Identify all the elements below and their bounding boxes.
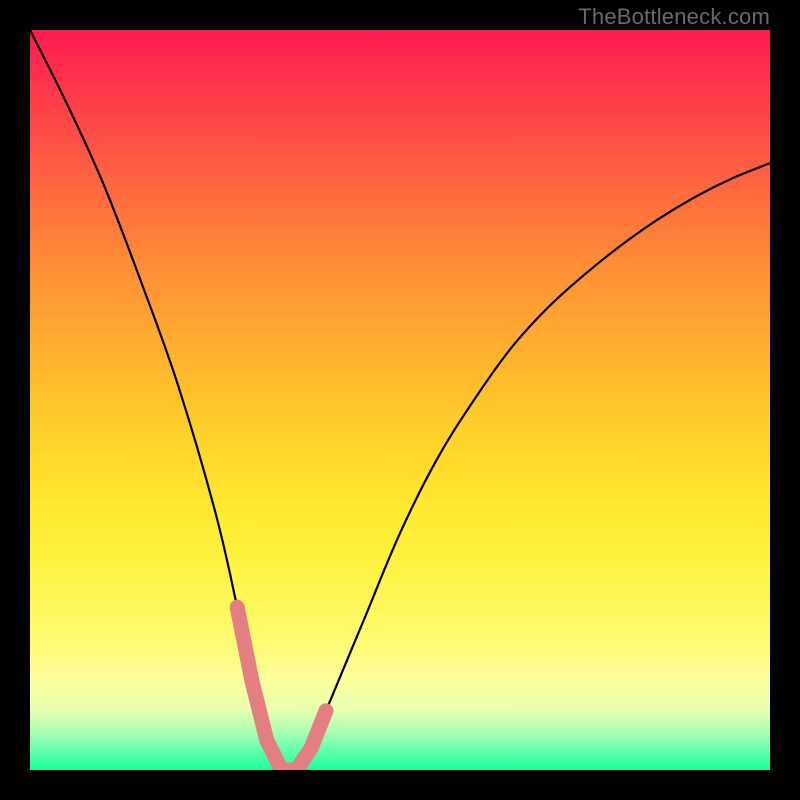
watermark-text: TheBottleneck.com	[578, 4, 770, 30]
chart-frame: TheBottleneck.com	[0, 0, 800, 800]
highlight-segment-path	[237, 607, 326, 770]
plot-area	[30, 30, 770, 770]
bottleneck-curve-path	[30, 30, 770, 770]
curve-layer	[30, 30, 770, 770]
